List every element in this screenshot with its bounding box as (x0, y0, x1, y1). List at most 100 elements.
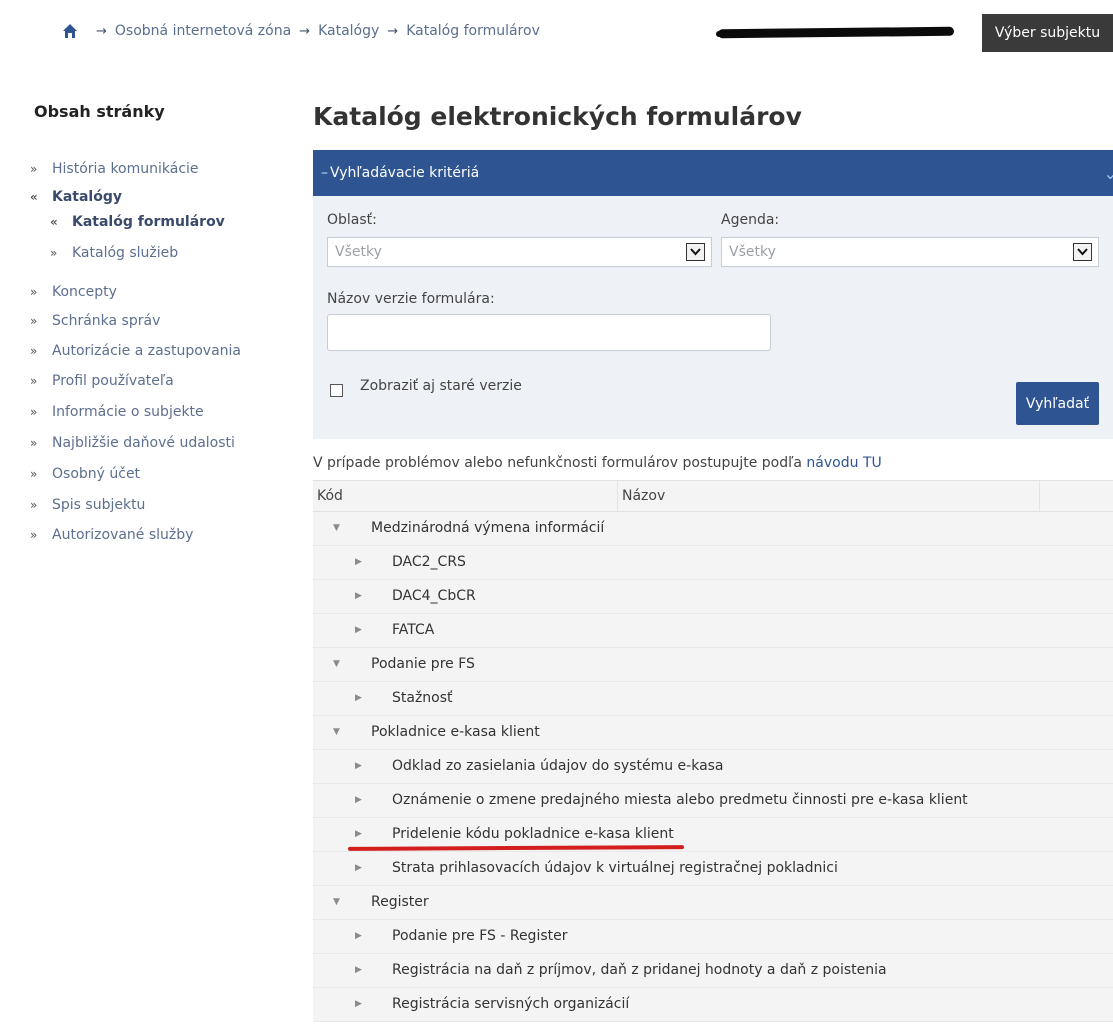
breadcrumb: → Osobná internetová zóna → Katalógy → K… (62, 23, 540, 39)
table-row[interactable]: ▶ Odklad zo zasielania údajov do systému … (313, 750, 1113, 784)
top-bar: → Osobná internetová zóna → Katalógy → K… (0, 0, 1113, 70)
old-versions-label: Zobraziť aj staré verzie (360, 378, 522, 394)
redaction-mark (717, 26, 955, 39)
sidebar-item-subject-file[interactable]: » Spis subjektu (30, 497, 145, 513)
double-chevron-down-icon: « (50, 215, 58, 229)
table-row[interactable]: ▶ DAC4_CbCR (313, 580, 1113, 614)
area-label: Oblasť: (327, 212, 377, 228)
column-header-code[interactable]: Kód (317, 488, 343, 504)
chevron-down-icon[interactable] (1073, 243, 1092, 261)
sidebar-item-label: Katalóg služieb (72, 245, 179, 261)
table-row[interactable]: ▶ Podanie pre FS - Register (313, 920, 1113, 954)
home-icon[interactable] (62, 23, 78, 39)
sidebar-item-catalogs[interactable]: « Katalógy (30, 189, 122, 205)
table-row[interactable]: ▶ FATCA (313, 614, 1113, 648)
triangle-down-icon[interactable]: ▼ (333, 523, 340, 533)
sidebar-item-label: Koncepty (52, 284, 117, 300)
double-chevron-right-icon: » (30, 374, 38, 388)
triangle-right-icon[interactable]: ▶ (355, 591, 362, 601)
double-chevron-down-icon: « (30, 190, 38, 204)
triangle-right-icon[interactable]: ▶ (355, 863, 362, 873)
row-label: Medzinárodná výmena informácií (371, 520, 605, 536)
sidebar-item-authorized-services[interactable]: » Autorizované služby (30, 527, 193, 543)
sidebar-item-subject-info[interactable]: » Informácie o subjekte (30, 404, 204, 420)
agenda-select[interactable]: Všetky (721, 237, 1099, 267)
double-chevron-right-icon: » (30, 314, 38, 328)
double-chevron-right-icon: » (50, 246, 58, 260)
double-chevron-right-icon: » (30, 467, 38, 481)
double-chevron-right-icon: » (30, 528, 38, 542)
area-select[interactable]: Všetky (327, 237, 712, 267)
table-row[interactable]: ▶ Strata prihlasovacích údajov k virtuáln… (313, 852, 1113, 886)
table-row[interactable]: ▶ Registrácia servisných organizácií (313, 988, 1113, 1022)
search-criteria-header[interactable]: – Vyhľadávacie kritériá ⌄ (313, 150, 1113, 196)
sidebar-item-user-profile[interactable]: » Profil používateľa (30, 373, 174, 389)
triangle-right-icon[interactable]: ▶ (355, 693, 362, 703)
table-row-group[interactable]: ▼ Pokladnice e-kasa klient (313, 716, 1113, 750)
old-versions-checkbox[interactable] (330, 384, 343, 397)
sidebar-item-label: Informácie o subjekte (52, 404, 204, 420)
triangle-down-icon[interactable]: ▼ (333, 897, 340, 907)
row-label: Odklad zo zasielania údajov do systému e… (392, 758, 724, 774)
breadcrumb-item-personal-zone[interactable]: Osobná internetová zóna (115, 23, 291, 39)
row-label: Register (371, 894, 429, 910)
agenda-select-value: Všetky (729, 244, 776, 260)
double-chevron-right-icon: » (30, 405, 38, 419)
table-header: Kód Názov (313, 480, 1113, 512)
double-chevron-right-icon: » (30, 162, 38, 176)
double-chevron-right-icon: » (30, 285, 38, 299)
sidebar-item-label: Najbližšie daňové udalosti (52, 435, 235, 451)
sidebar-item-label: Spis subjektu (52, 497, 146, 513)
help-link[interactable]: návodu TU (806, 455, 881, 471)
triangle-right-icon[interactable]: ▶ (355, 965, 362, 975)
triangle-right-icon[interactable]: ▶ (355, 795, 362, 805)
triangle-right-icon[interactable]: ▶ (355, 625, 362, 635)
row-label: Pridelenie kódu pokladnice e-kasa klient (392, 826, 674, 842)
breadcrumb-separator: → (96, 23, 107, 39)
sidebar-item-service-catalog[interactable]: » Katalóg služieb (50, 245, 178, 261)
triangle-right-icon[interactable]: ▶ (355, 761, 362, 771)
sidebar-item-authorizations[interactable]: » Autorizácie a zastupovania (30, 343, 241, 359)
table-row-group[interactable]: ▼ Medzinárodná výmena informácií (313, 512, 1113, 546)
column-header-name[interactable]: Názov (622, 488, 665, 504)
table-row-group[interactable]: ▼ Podanie pre FS (313, 648, 1113, 682)
sidebar-item-history[interactable]: » História komunikácie (30, 161, 199, 177)
sidebar-item-personal-account[interactable]: » Osobný účet (30, 466, 140, 482)
sidebar-item-label: Katalógy (52, 189, 122, 205)
double-chevron-right-icon: » (30, 498, 38, 512)
table-row-group[interactable]: ▼ Register (313, 886, 1113, 920)
sidebar-item-label: Autorizované služby (52, 527, 194, 543)
breadcrumb-item-catalogs[interactable]: Katalógy (318, 23, 379, 39)
triangle-right-icon[interactable]: ▶ (355, 557, 362, 567)
breadcrumb-separator: → (387, 23, 399, 39)
row-label: Podanie pre FS (371, 656, 475, 672)
table-row[interactable]: ▶ DAC2_CRS (313, 546, 1113, 580)
chevron-down-icon[interactable] (686, 243, 705, 261)
agenda-label: Agenda: (721, 212, 780, 228)
sidebar-item-label: Osobný účet (52, 466, 141, 482)
search-button[interactable]: Vyhľadať (1016, 382, 1099, 425)
subject-select-button[interactable]: Výber subjektu (982, 14, 1113, 52)
triangle-right-icon[interactable]: ▶ (355, 999, 362, 1009)
sidebar-item-label: Katalóg formulárov (72, 214, 225, 230)
sidebar-title: Obsah stránky (34, 102, 165, 121)
sidebar-item-tax-events[interactable]: » Najbližšie daňové udalosti (30, 435, 235, 451)
sidebar-item-label: Schránka správ (52, 313, 161, 329)
triangle-right-icon[interactable]: ▶ (355, 931, 362, 941)
sidebar-item-drafts[interactable]: » Koncepty (30, 284, 117, 300)
column-divider (617, 481, 618, 512)
triangle-down-icon[interactable]: ▼ (333, 727, 340, 737)
table-row[interactable]: ▶ Oznámenie o zmene predajného miesta ale… (313, 784, 1113, 818)
table-row[interactable]: ▶ Registrácia na daň z príjmov, daň z pri… (313, 954, 1113, 988)
row-label: Registrácia servisných organizácií (392, 996, 630, 1012)
row-label: Stažnosť (392, 690, 453, 706)
breadcrumb-item-form-catalog[interactable]: Katalóg formulárov (406, 23, 540, 39)
sidebar-item-form-catalog[interactable]: « Katalóg formulárov (50, 214, 225, 230)
table-row[interactable]: ▶ Stažnosť (313, 682, 1113, 716)
triangle-down-icon[interactable]: ▼ (333, 659, 340, 669)
collapse-icon: – (321, 165, 328, 181)
form-name-input[interactable] (327, 314, 771, 351)
triangle-right-icon[interactable]: ▶ (355, 829, 362, 839)
sidebar-item-message-box[interactable]: » Schránka správ (30, 313, 160, 329)
double-chevron-right-icon: » (30, 436, 38, 450)
